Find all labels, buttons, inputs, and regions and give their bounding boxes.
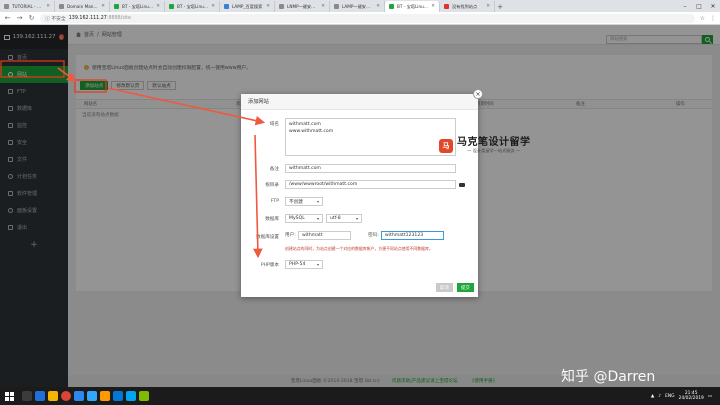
input-language[interactable]: ENG: [665, 394, 674, 399]
browser-menu-icon[interactable]: ⋮: [710, 15, 716, 22]
database-settings-label: 数据库设置: [256, 235, 279, 240]
browser-tab[interactable]: LAMP一键安装包 - Cen✕: [330, 1, 385, 12]
domain-textarea[interactable]: withmatt.com www.withmatt.com: [285, 118, 456, 156]
database-type-select[interactable]: MySQL ▾: [285, 214, 323, 223]
favicon-icon: [334, 4, 339, 9]
favicon-icon: [389, 4, 394, 9]
database-charset-select[interactable]: utf-8 ▾: [326, 214, 362, 223]
chevron-down-icon: ▾: [316, 216, 319, 221]
app-icon[interactable]: [126, 391, 136, 401]
system-tray: ▲ ♪ ENG 21:45 24/02/2019 ▭: [651, 391, 718, 402]
favicon-icon: [4, 4, 9, 9]
windows-start-icon[interactable]: [5, 391, 14, 401]
minimize-icon[interactable]: –: [678, 0, 692, 12]
edge-icon[interactable]: [35, 391, 45, 401]
remark-input[interactable]: withmatt.com: [285, 164, 456, 173]
folder-icon[interactable]: [459, 183, 465, 187]
remark-label: 备注: [269, 167, 279, 172]
forward-icon[interactable]: →: [16, 14, 23, 22]
close-tab-icon[interactable]: ✕: [376, 4, 380, 9]
brand-name: 马克笔设计留学: [457, 137, 531, 148]
url-path: :8888/site: [106, 15, 131, 21]
notification-icon[interactable]: ▭: [708, 394, 712, 399]
taskbar-clock[interactable]: 21:45 24/02/2019: [679, 391, 704, 402]
back-icon[interactable]: ←: [4, 14, 11, 22]
store-icon[interactable]: [74, 391, 84, 401]
chrome-icon[interactable]: [61, 391, 71, 401]
database-label: 数据库: [265, 217, 279, 222]
url-host: 139.162.111.27: [68, 15, 107, 21]
browser-tab-strip: TUTORIAL - Summary✕ Domain Manager✕ BT -…: [0, 0, 720, 12]
close-tab-icon[interactable]: ✕: [156, 4, 160, 9]
new-tab-button[interactable]: +: [495, 1, 505, 12]
cancel-button[interactable]: 取消: [436, 283, 453, 292]
logo-watermark: 马 马克笔设计留学 一 设计类留学一站式服务 一: [439, 137, 531, 154]
browser-tab[interactable]: Domain Manager✕: [55, 1, 110, 12]
chevron-down-icon: ▾: [316, 199, 319, 204]
add-site-dialog: 添加网站 × 域名 withmatt.com www.withmatt.com …: [241, 89, 483, 297]
browser-tab-active[interactable]: BT - 宝塔Linux面板✕: [385, 1, 440, 12]
close-tab-icon[interactable]: ✕: [101, 4, 105, 9]
bookmark-star-icon[interactable]: ☆: [700, 15, 705, 22]
network-icon[interactable]: ▲: [651, 394, 654, 399]
browser-tab[interactable]: LAMP_百度搜索 ✕: [220, 1, 275, 12]
favicon-icon: [444, 4, 449, 9]
chevron-down-icon: ▾: [316, 262, 319, 267]
close-tab-icon[interactable]: ✕: [321, 4, 325, 9]
close-tab-icon[interactable]: ✕: [46, 4, 50, 9]
favicon-icon: [169, 4, 174, 9]
maximize-icon[interactable]: □: [692, 0, 706, 12]
favicon-icon: [279, 4, 284, 9]
favicon-icon: [224, 4, 229, 9]
photoshop-icon[interactable]: [87, 391, 97, 401]
root-label: 根目录: [265, 183, 279, 188]
db-user-row: 用户:: [285, 232, 296, 238]
close-window-icon[interactable]: ✕: [706, 0, 720, 12]
php-version-label: PHP版本: [260, 263, 279, 268]
db-pass-row: 密码:: [368, 232, 379, 238]
taskbar: ▲ ♪ ENG 21:45 24/02/2019 ▭: [0, 387, 720, 405]
browser-tab[interactable]: BT - 宝塔Linux面板安装教程✕: [110, 1, 165, 12]
root-path-input[interactable]: /www/wwwroot/withmatt.com: [285, 180, 456, 189]
browser-tab[interactable]: BT - 宝塔Linux面板 - 7月4日✕: [165, 1, 220, 12]
brand-logo-icon: 马: [439, 138, 453, 153]
db-pass-label: 密码:: [368, 233, 379, 238]
window-controls: – □ ✕: [678, 0, 720, 12]
ftp-label: FTP: [270, 199, 279, 204]
close-tab-icon[interactable]: ✕: [266, 4, 270, 9]
mail-icon[interactable]: [113, 391, 123, 401]
site-watermark: 知乎 @Darren: [561, 369, 656, 385]
url-input[interactable]: ⓘ 不安全 139.162.111.27:8888/site: [40, 13, 695, 23]
close-tab-icon[interactable]: ✕: [211, 4, 215, 9]
brand-slogan: 一 设计类留学一站式服务 一: [467, 148, 521, 153]
dialog-title: 添加网站: [241, 94, 478, 110]
ftp-select[interactable]: 不创建 ▾: [285, 197, 323, 206]
app-icon[interactable]: [139, 391, 149, 401]
db-user-input[interactable]: withmatt: [298, 231, 351, 240]
favicon-icon: [114, 4, 119, 9]
browser-tab[interactable]: LNMP一键安装包 ✕: [275, 1, 330, 12]
db-password-input[interactable]: withmatt123123: [381, 231, 444, 240]
db-user-label: 用户:: [285, 233, 296, 238]
reload-icon[interactable]: ↻: [28, 14, 35, 22]
domain-label: 域名: [269, 122, 279, 127]
illustrator-icon[interactable]: [100, 391, 110, 401]
close-tab-icon[interactable]: ✕: [486, 4, 490, 9]
browser-tab[interactable]: TUTORIAL - Summary✕: [0, 1, 55, 12]
security-indicator[interactable]: ⓘ 不安全: [45, 15, 66, 22]
close-icon[interactable]: ×: [473, 89, 483, 99]
submit-button[interactable]: 提交: [457, 283, 474, 292]
db-note: 创建站点的同时，为站点创建一个对应的数据库帐户，方便不同站点使用不同数据库。: [285, 246, 433, 251]
volume-icon[interactable]: ♪: [658, 394, 661, 399]
explorer-icon[interactable]: [48, 391, 58, 401]
chevron-down-icon: ▾: [355, 216, 358, 221]
task-view-icon[interactable]: [22, 391, 32, 401]
close-tab-icon[interactable]: ✕: [431, 4, 435, 9]
browser-tab[interactable]: 没有找到站点 ✕: [440, 1, 495, 12]
address-bar: ← → ↻ ⓘ 不安全 139.162.111.27:8888/site ☆ ⋮: [0, 12, 720, 25]
php-version-select[interactable]: PHP-54 ▾: [285, 260, 323, 269]
favicon-icon: [59, 4, 64, 9]
